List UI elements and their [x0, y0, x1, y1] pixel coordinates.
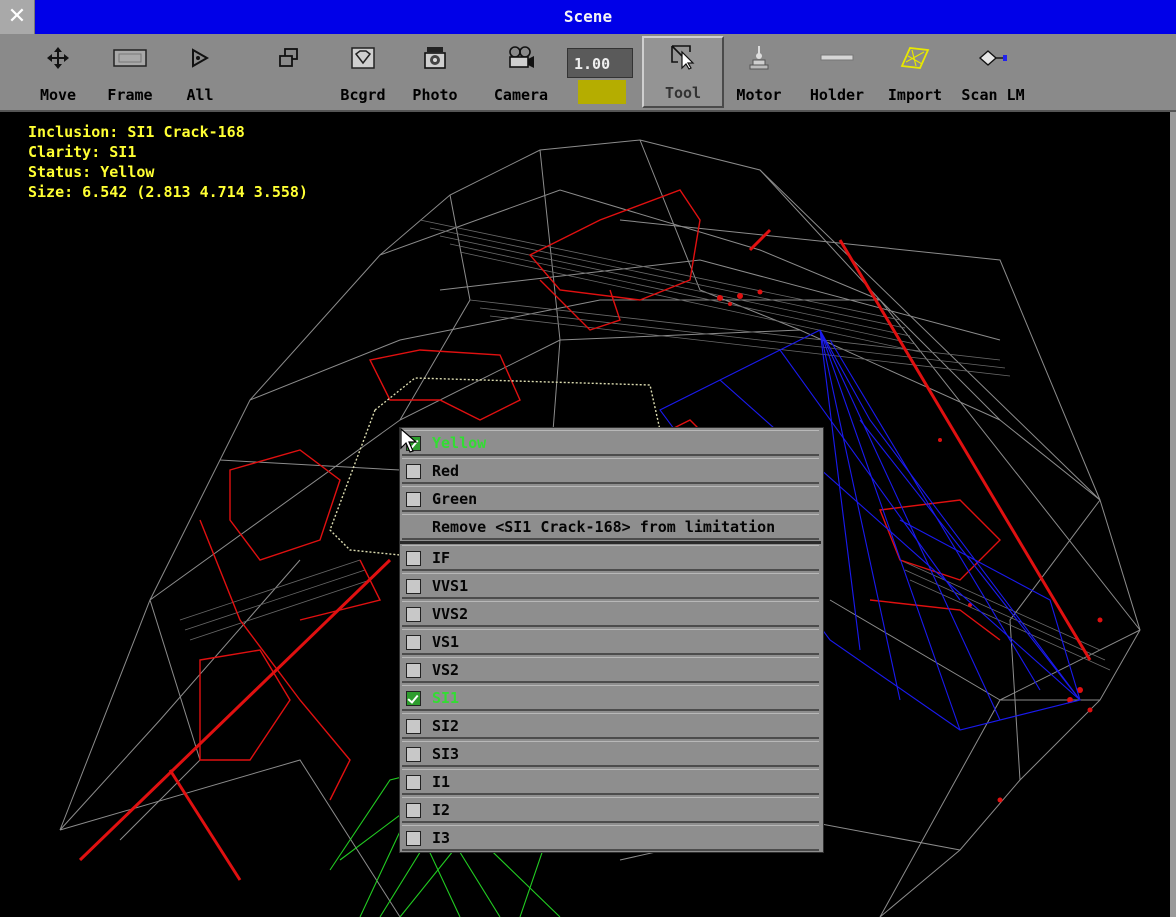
holder-icon [808, 40, 866, 76]
tool-button[interactable]: Tool [642, 36, 724, 108]
photo-button[interactable]: Photo [410, 40, 460, 104]
camera-icon [492, 40, 550, 76]
checkbox-icon [406, 579, 421, 594]
windows-button[interactable] [272, 40, 306, 104]
import-label: Import [887, 86, 943, 104]
menu-item-si2[interactable]: SI2 [402, 713, 819, 739]
checkbox-icon [406, 775, 421, 790]
color-swatch[interactable] [578, 80, 626, 104]
clarity-text: Clarity: SI1 [28, 143, 137, 161]
checkbox-icon [406, 464, 421, 479]
menu-separator [400, 541, 821, 544]
all-icon [180, 40, 220, 76]
menu-item-yellow[interactable]: Yellow [402, 430, 819, 456]
checkbox-icon [406, 747, 421, 762]
checkbox-icon [406, 551, 421, 566]
menu-item-i1[interactable]: I1 [402, 769, 819, 795]
checkbox-icon [406, 635, 421, 650]
holder-button[interactable]: Holder [808, 40, 866, 104]
scan-lm-label: Scan LM [961, 86, 1025, 104]
mouse-cursor-icon [400, 427, 418, 458]
menu-item-vvs1[interactable]: VVS1 [402, 573, 819, 599]
photo-label: Photo [412, 86, 458, 104]
checkbox-icon [406, 691, 421, 706]
status-text: Status: Yellow [28, 163, 155, 181]
all-button[interactable]: All [180, 40, 220, 104]
zoom-field[interactable]: 1.00 [567, 48, 633, 78]
menu-item-i2[interactable]: I2 [402, 797, 819, 823]
move-button[interactable]: Move [36, 40, 80, 104]
size-text: Size: 6.542 (2.813 4.714 3.558) [28, 183, 308, 201]
frame-icon [106, 40, 154, 76]
menu-item-if[interactable]: IF [402, 545, 819, 571]
menu-item-remove-limitation[interactable]: Remove <SI1 Crack-168> from limitation [402, 514, 819, 540]
frame-label: Frame [107, 86, 153, 104]
move-icon [36, 40, 80, 76]
menu-item-i3[interactable]: I3 [402, 825, 819, 851]
tool-label: Tool [664, 84, 702, 102]
windows-icon [272, 40, 306, 76]
camera-label: Camera [493, 86, 549, 104]
title-bar: ✕ Scene [0, 0, 1176, 34]
tool-icon [644, 38, 722, 74]
bcgrd-button[interactable]: Bcgrd [338, 40, 388, 104]
menu-item-vs2[interactable]: VS2 [402, 657, 819, 683]
import-icon [886, 40, 944, 76]
checkbox-icon [406, 803, 421, 818]
camera-button[interactable]: Camera [492, 40, 550, 104]
scan-lm-button[interactable]: Scan LM [958, 40, 1028, 104]
menu-item-green[interactable]: Green [402, 486, 819, 512]
inclusion-name: Inclusion: SI1 Crack-168 [28, 123, 245, 141]
holder-label: Holder [809, 86, 865, 104]
checkbox-icon [406, 663, 421, 678]
inclusion-info: Inclusion: SI1 Crack-168 Clarity: SI1 St… [28, 122, 308, 202]
frame-button[interactable]: Frame [106, 40, 154, 104]
menu-item-vvs2[interactable]: VVS2 [402, 601, 819, 627]
move-label: Move [39, 86, 77, 104]
menu-item-si3[interactable]: SI3 [402, 741, 819, 767]
checkbox-icon [406, 719, 421, 734]
motor-icon [734, 40, 784, 76]
motor-label: Motor [736, 86, 782, 104]
context-menu: Yellow Red Green Remove <SI1 Crack-168> … [399, 427, 824, 853]
all-label: All [186, 86, 214, 104]
checkbox-icon [406, 492, 421, 507]
scan-lm-icon [958, 40, 1028, 76]
import-button[interactable]: Import [886, 40, 944, 104]
menu-item-si1[interactable]: SI1 [402, 685, 819, 711]
photo-icon [410, 40, 460, 76]
toolbar: Move Frame All Bcgrd Photo Camera 1.00 T… [0, 34, 1176, 112]
menu-item-red[interactable]: Red [402, 458, 819, 484]
menu-item-vs1[interactable]: VS1 [402, 629, 819, 655]
checkbox-icon [406, 607, 421, 622]
bcgrd-label: Bcgrd [340, 86, 386, 104]
checkbox-icon [406, 831, 421, 846]
motor-button[interactable]: Motor [734, 40, 784, 104]
window-title: Scene [563, 7, 613, 26]
background-icon [338, 40, 388, 76]
scrollbar[interactable] [1170, 112, 1176, 917]
